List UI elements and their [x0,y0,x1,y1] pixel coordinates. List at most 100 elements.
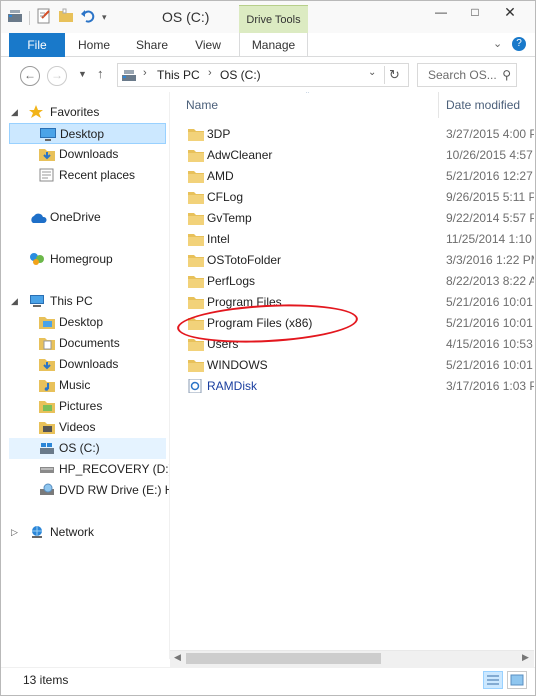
file-name: Intel [207,232,230,246]
close-button[interactable]: ✕ [497,1,523,23]
large-icons-view-button[interactable] [507,671,527,689]
nav-pc-os-c[interactable]: OS (C:) [9,438,166,459]
help-icon[interactable]: ? [512,37,526,51]
drive-tools-context-tab[interactable]: Drive Tools [239,5,308,33]
recent-locations-icon[interactable]: ▼ [78,69,87,79]
sort-ascending-icon: ˆ [306,92,309,100]
nav-onedrive[interactable]: OneDrive [9,207,166,228]
search-placeholder: Search OS... [428,68,497,82]
nav-favorites[interactable]: ◢ Favorites [9,102,166,123]
scroll-right-icon[interactable]: ▶ [522,652,529,663]
nav-pc-videos[interactable]: Videos [9,417,166,438]
nav-pc-dvd-drive[interactable]: DVD RW Drive (E:) H [9,480,173,504]
file-name: AdwCleaner [207,148,273,162]
nav-pc-desktop[interactable]: Desktop [9,312,166,333]
file-row[interactable]: AMD 5/21/2016 12:27 AM [170,166,534,187]
nav-label: OneDrive [50,210,101,224]
file-date: 9/26/2015 5:11 PM [446,190,534,204]
file-row[interactable]: GvTemp 9/22/2014 5:57 PM [170,208,534,229]
nav-pc-pictures[interactable]: Pictures [9,396,166,417]
nav-label: Videos [59,420,96,434]
onedrive-icon [29,210,47,231]
recent-places-icon [39,168,55,189]
nav-pc-music[interactable]: Music [9,375,166,396]
file-row[interactable]: Intel 11/25/2014 1:10 PM [170,229,534,250]
nav-label: Network [50,525,95,539]
customize-qat-icon[interactable]: ▾ [102,12,107,23]
nav-network[interactable]: ▷ Network [9,522,166,543]
tab-manage[interactable]: Manage [239,33,308,57]
column-divider[interactable] [438,92,439,118]
refresh-button[interactable]: ↻ [384,66,404,84]
file-row[interactable]: RAMDisk 3/17/2016 1:03 PM [170,376,534,397]
ribbon-tabs: File Home Share View Manage ⌄ ? [1,33,535,57]
new-folder-icon[interactable] [58,8,74,27]
nav-label: HP_RECOVERY (D:) [59,462,173,476]
collapse-icon[interactable]: ◢ [11,102,18,123]
address-dropdown-icon[interactable]: ⌄ [368,67,376,78]
item-count: 13 items [23,673,69,687]
breadcrumb-separator[interactable]: › [143,67,147,79]
nav-label: Documents [59,336,120,350]
nav-label: Favorites [50,105,100,119]
tab-view[interactable]: View [185,33,231,57]
properties-icon[interactable] [36,8,52,27]
forward-button[interactable]: → [47,66,67,86]
drive-icon[interactable] [7,8,23,27]
details-view-icon [487,675,499,685]
nav-pc-downloads[interactable]: Downloads [9,354,166,375]
file-row[interactable]: 3DP 3/27/2015 4:00 PM [170,124,534,145]
up-button[interactable]: ↑ [97,66,104,81]
back-button[interactable]: ← [20,66,40,86]
nav-favorites-downloads[interactable]: Downloads [9,144,166,165]
breadcrumb-separator[interactable]: › [208,67,212,79]
expand-ribbon-icon[interactable]: ⌄ [493,37,502,50]
nav-this-pc[interactable]: ◢ This PC [9,291,166,312]
nav-label: Downloads [59,357,119,371]
column-header-name[interactable]: Name [186,92,436,118]
horizontal-scrollbar[interactable]: ◀ ▶ [170,650,534,667]
column-header-date-modified[interactable]: Date modified [446,92,534,118]
shortcut-icon [188,378,204,400]
breadcrumb-os-c[interactable]: OS (C:) [220,68,261,82]
scrollbar-thumb[interactable] [186,653,381,664]
expand-icon[interactable]: ▷ [11,522,18,543]
tab-home[interactable]: Home [71,33,117,57]
nav-pc-documents[interactable]: Documents [9,333,166,354]
file-name: WINDOWS [207,358,268,372]
file-date: 8/22/2013 8:22 AM [446,274,534,288]
maximize-button[interactable]: □ [462,1,488,23]
tab-file[interactable]: File [9,33,65,57]
nav-favorites-desktop[interactable]: Desktop [9,123,166,144]
title-bar: ▾ OS (C:) Drive Tools — □ ✕ [1,1,535,33]
file-row[interactable]: WINDOWS 5/21/2016 10:01 AM [170,355,534,376]
tab-share[interactable]: Share [129,33,175,57]
file-name: AMD [207,169,234,183]
dvd-drive-icon [39,483,55,504]
scroll-left-icon[interactable]: ◀ [174,652,181,663]
minimize-button[interactable]: — [428,1,454,23]
nav-homegroup[interactable]: Homegroup [9,249,166,270]
file-name: RAMDisk [207,379,257,393]
details-view-button[interactable] [483,671,503,689]
search-box[interactable]: Search OS... ⚲ [417,63,517,87]
nav-label: Desktop [59,315,104,329]
file-date: 9/22/2014 5:57 PM [446,211,534,225]
nav-pc-hp-recovery[interactable]: HP_RECOVERY (D:) [9,459,173,480]
collapse-icon[interactable]: ◢ [11,291,18,312]
nav-label: Music [59,378,91,392]
address-bar[interactable]: › This PC › OS (C:) ⌄ ↻ [117,63,409,87]
nav-favorites-recent-places[interactable]: Recent places [9,165,166,186]
file-date: 10/26/2015 4:57 PM [446,148,534,162]
file-row[interactable]: CFLog 9/26/2015 5:11 PM [170,187,534,208]
undo-icon[interactable] [80,8,96,27]
navigation-pane: ◢ Favorites Desktop Downloads Recent pla… [1,92,173,659]
file-date: 3/3/2016 1:22 PM [446,253,534,267]
file-date: 5/21/2016 10:01 AM [446,295,534,309]
file-row[interactable]: PerfLogs 8/22/2013 8:22 AM [170,271,534,292]
file-row[interactable]: AdwCleaner 10/26/2015 4:57 PM [170,145,534,166]
status-bar: 13 items [1,667,535,695]
breadcrumb-this-pc[interactable]: This PC [157,68,200,82]
file-row[interactable]: OSTotoFolder 3/3/2016 1:22 PM [170,250,534,271]
nav-label: Desktop [60,127,105,141]
